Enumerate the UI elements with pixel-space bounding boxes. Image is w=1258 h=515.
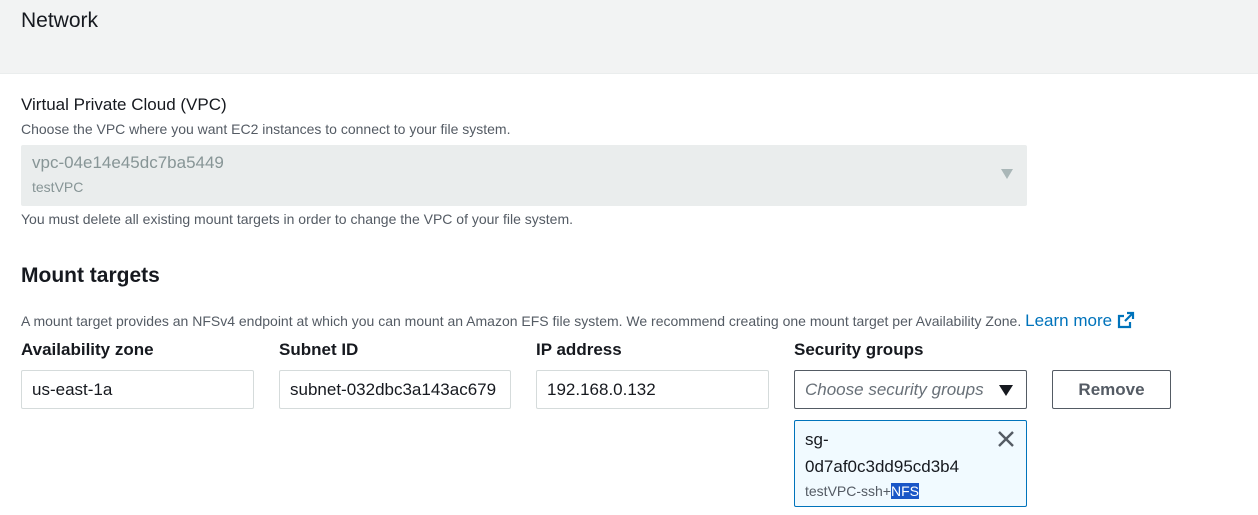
mount-targets-description-text: A mount target provides an NFSv4 endpoin… <box>21 313 1022 329</box>
availability-zone-field[interactable]: us-east-1a <box>21 370 254 409</box>
external-link-icon <box>1117 311 1135 329</box>
learn-more-link[interactable]: Learn more <box>1025 311 1135 330</box>
security-groups-select[interactable]: Choose security groups <box>794 370 1027 409</box>
vpc-selected-value: vpc-04e14e45dc7ba5449 <box>32 153 224 172</box>
section-title: Network <box>21 9 99 32</box>
section-header: Network <box>0 0 1258 74</box>
column-header-availability-zone: Availability zone <box>21 340 154 359</box>
security-group-name-selected-text: NFS <box>890 483 919 499</box>
remove-button[interactable]: Remove <box>1052 370 1171 409</box>
security-group-id-part2: 0d7af0c3dd95cd3b4 <box>805 457 960 476</box>
subnet-id-field[interactable]: subnet-032dbc3a143ac679 <box>279 370 511 409</box>
close-icon[interactable] <box>996 429 1016 449</box>
column-header-ip-address: IP address <box>536 340 622 359</box>
ip-address-input[interactable]: 192.168.0.132 <box>536 370 769 409</box>
caret-down-icon <box>999 385 1013 396</box>
vpc-description: Choose the VPC where you want EC2 instan… <box>21 121 511 137</box>
column-header-security-groups: Security groups <box>794 340 924 359</box>
column-header-subnet-id: Subnet ID <box>279 340 359 359</box>
learn-more-label: Learn more <box>1025 311 1113 330</box>
security-group-id-part1: sg- <box>805 430 829 449</box>
security-group-name-prefix: testVPC-ssh+ <box>805 483 891 499</box>
vpc-selected-name: testVPC <box>32 179 84 195</box>
security-group-name: testVPC-ssh+NFS <box>805 483 919 499</box>
vpc-label: Virtual Private Cloud (VPC) <box>21 95 227 114</box>
security-group-token: sg- 0d7af0c3dd95cd3b4 testVPC-ssh+NFS <box>794 420 1027 507</box>
security-groups-placeholder: Choose security groups <box>805 380 984 399</box>
mount-targets-title: Mount targets <box>21 264 160 287</box>
mount-targets-description: A mount target provides an NFSv4 endpoin… <box>21 311 1135 331</box>
vpc-note: You must delete all existing mount targe… <box>21 211 573 227</box>
caret-down-icon <box>1001 169 1013 179</box>
vpc-select-disabled: vpc-04e14e45dc7ba5449 testVPC <box>21 145 1027 206</box>
